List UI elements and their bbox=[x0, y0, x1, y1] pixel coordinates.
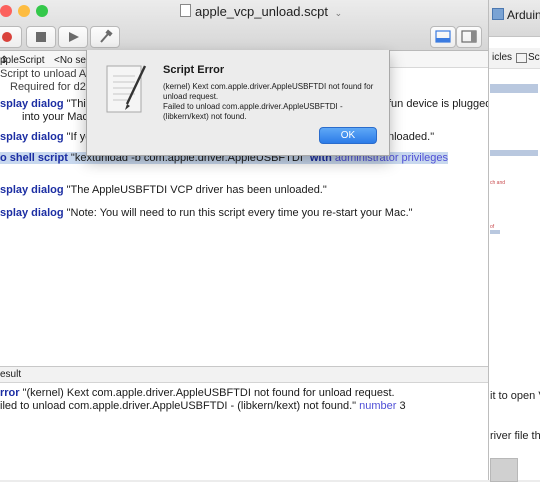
background-red-text: of bbox=[490, 224, 495, 230]
background-thumbnail bbox=[490, 458, 518, 482]
background-strip bbox=[490, 150, 538, 156]
background-titlebar: Arduino bbox=[488, 0, 540, 37]
result-header: esult bbox=[0, 367, 488, 383]
code-string: into your Mac's bbox=[22, 111, 96, 123]
result-text: "(kernel) Kext com.apple.driver.AppleUSB… bbox=[19, 387, 395, 399]
result-line-1: rror "(kernel) Kext com.apple.driver.App… bbox=[0, 387, 395, 400]
script-editor-icon bbox=[106, 65, 147, 113]
bookmark-item[interactable]: icles bbox=[492, 52, 512, 63]
stop-button[interactable] bbox=[26, 26, 56, 48]
window-title[interactable]: apple_vcp_unload.scpt ⌄ bbox=[180, 4, 342, 19]
script-error-alert: Script Error (kernel) Kext com.apple.dri… bbox=[86, 50, 390, 156]
background-text: river file tha bbox=[490, 430, 540, 442]
chevron-down-icon: ⌄ bbox=[334, 8, 343, 18]
hammer-icon bbox=[100, 29, 113, 43]
close-window-button[interactable] bbox=[0, 5, 12, 17]
window-title-text: apple_vcp_unload.scpt bbox=[195, 4, 328, 19]
background-tab-label: Arduino bbox=[507, 8, 540, 22]
stop-icon bbox=[36, 32, 46, 42]
background-window: Arduino icles Sc ch and of it to open V … bbox=[488, 0, 540, 482]
result-keyword: rror bbox=[0, 387, 20, 399]
code-line-5: splay dialog "If you bbox=[0, 131, 97, 144]
zoom-window-button[interactable] bbox=[36, 5, 48, 17]
code-line-8: splay dialog "Note: You will need to run… bbox=[0, 207, 413, 220]
background-red-text: ch and bbox=[490, 180, 506, 186]
record-icon bbox=[2, 32, 12, 42]
compile-button[interactable] bbox=[90, 26, 120, 48]
background-bookmarks-bar: icles Sc bbox=[488, 48, 540, 69]
code-line-4: into your Mac's bbox=[22, 111, 96, 124]
ok-button[interactable]: OK bbox=[319, 127, 377, 144]
sidebar-icon bbox=[461, 30, 477, 43]
result-line-2: iled to unload com.apple.driver.AppleUSB… bbox=[0, 400, 406, 413]
code-line-fragment: fun device is plugged bbox=[388, 98, 489, 110]
alert-title: Script Error bbox=[163, 64, 225, 76]
code-keyword: splay dialog bbox=[0, 98, 64, 110]
script-editor-window: apple_vcp_unload.scpt ⌄ ppleScript ⇕ <No… bbox=[0, 0, 489, 480]
code-string: "Note: You will need to run this script … bbox=[63, 207, 413, 219]
tab-favicon-icon bbox=[492, 8, 504, 20]
bottom-pane-icon bbox=[435, 30, 451, 43]
background-strip bbox=[490, 84, 538, 93]
result-text: 3 bbox=[396, 400, 406, 412]
document-icon bbox=[180, 4, 191, 17]
code-keyword: splay dialog bbox=[0, 184, 64, 196]
result-pane: esult rror "(kernel) Kext com.apple.driv… bbox=[0, 366, 488, 480]
show-sidebar-button[interactable] bbox=[456, 26, 482, 48]
result-tab[interactable]: esult bbox=[0, 369, 21, 380]
result-text: iled to unload com.apple.driver.AppleUSB… bbox=[0, 400, 360, 412]
code-line-fragment: nloaded." bbox=[388, 131, 435, 143]
code-keyword: o shell script bbox=[0, 152, 68, 164]
background-tab[interactable]: Arduino bbox=[492, 8, 540, 26]
play-icon bbox=[69, 32, 79, 42]
minimize-window-button[interactable] bbox=[18, 5, 30, 17]
folder-icon bbox=[516, 53, 527, 63]
result-variable: number bbox=[359, 400, 397, 412]
alert-message: (kernel) Kext com.apple.driver.AppleUSBF… bbox=[163, 82, 374, 121]
show-bottom-pane-button[interactable] bbox=[430, 26, 456, 48]
record-button[interactable] bbox=[0, 26, 22, 48]
run-button[interactable] bbox=[58, 26, 88, 48]
code-keyword: splay dialog bbox=[0, 131, 64, 143]
code-line-3: splay dialog "This s bbox=[0, 98, 100, 111]
updown-arrows-icon: ⇕ bbox=[0, 55, 9, 66]
code-keyword: splay dialog bbox=[0, 207, 64, 219]
background-strip bbox=[490, 230, 500, 234]
code-line-7: splay dialog "The AppleUSBFTDI VCP drive… bbox=[0, 184, 327, 197]
titlebar: apple_vcp_unload.scpt ⌄ bbox=[0, 0, 488, 51]
bookmark-item[interactable]: Sc bbox=[528, 52, 540, 63]
code-string: "The AppleUSBFTDI VCP driver has been un… bbox=[63, 184, 327, 196]
background-text: it to open V bbox=[490, 390, 540, 402]
